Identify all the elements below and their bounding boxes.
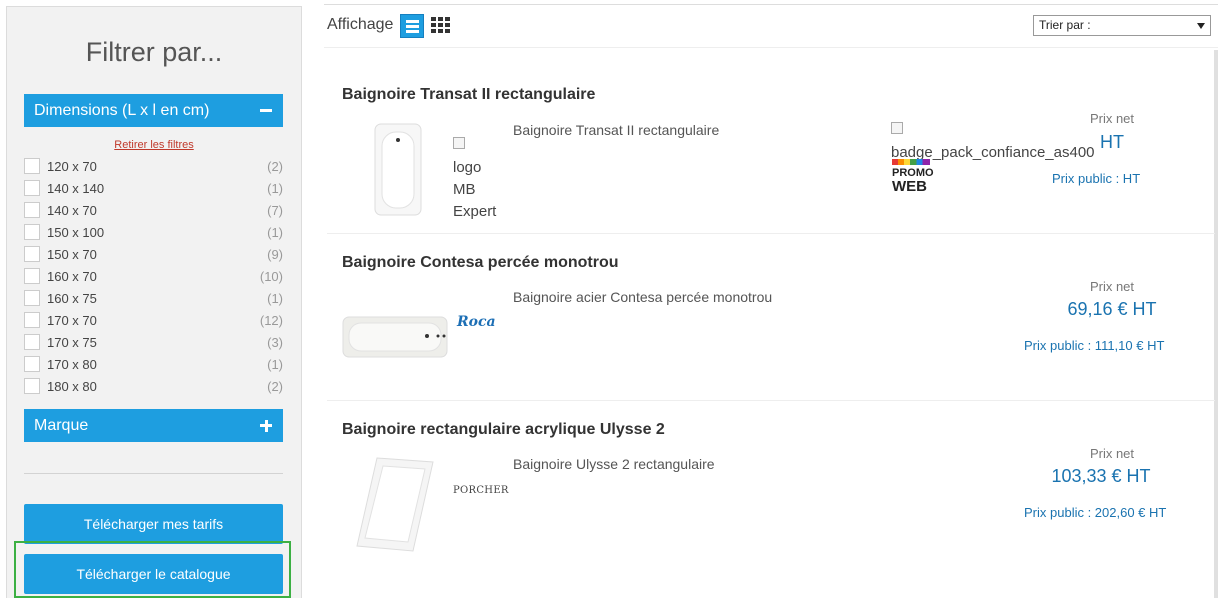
filter-label: 160 x 70: [47, 269, 97, 284]
sidebar-divider: [24, 473, 283, 474]
filter-label: 180 x 80: [47, 379, 97, 394]
product-description: Baignoire acier Contesa percée monotrou: [513, 289, 773, 305]
filter-count: (10): [259, 269, 283, 284]
chevron-down-icon: [1197, 23, 1205, 29]
porcher-logo: PORCHER: [453, 485, 509, 496]
filter-label: 140 x 140: [47, 181, 105, 196]
filter-checkbox[interactable]: [24, 224, 40, 240]
brand-logo-image: logo MB Expert: [453, 135, 496, 223]
remove-filters-link[interactable]: Retirer les filtres: [7, 139, 301, 151]
filter-item[interactable]: 160 x 75 (1): [24, 287, 283, 309]
filter-item[interactable]: 160 x 70 (10): [24, 265, 283, 287]
roca-logo: Roca: [457, 314, 496, 330]
dimensions-accordion[interactable]: Dimensions (L x l en cm): [24, 94, 283, 127]
product-image[interactable]: [355, 456, 435, 553]
product-image[interactable]: [341, 314, 449, 360]
filter-item[interactable]: 170 x 70 (12): [24, 309, 283, 331]
marque-accordion[interactable]: Marque: [24, 409, 283, 442]
filter-label: 160 x 75: [47, 291, 97, 306]
product-image[interactable]: [373, 122, 423, 217]
filter-label: 120 x 70: [47, 159, 97, 174]
product-title[interactable]: Baignoire rectangulaire acrylique Ulysse…: [342, 421, 665, 439]
list-view-icon[interactable]: [400, 14, 424, 38]
filter-count: (9): [267, 247, 283, 262]
prix-net-label: Prix net: [1089, 111, 1135, 126]
public-price: Prix public : HT: [1052, 171, 1141, 186]
filter-sidebar: Filtrer par... Dimensions (L x l en cm) …: [6, 6, 302, 598]
sidebar-title: Filtrer par...: [85, 37, 223, 67]
filter-count: (2): [267, 379, 283, 394]
filter-label: 150 x 100: [47, 225, 105, 240]
filter-item[interactable]: 140 x 70 (7): [24, 199, 283, 221]
promo-web-badge: PROMO WEB: [892, 159, 934, 199]
public-price: Prix public : 202,60 € HT: [1024, 505, 1167, 520]
filter-item[interactable]: 150 x 70 (9): [24, 243, 283, 265]
filter-count: (1): [267, 225, 283, 240]
product-description: Baignoire Transat II rectangulaire: [513, 122, 720, 138]
filter-checkbox[interactable]: [24, 246, 40, 262]
filter-count: (7): [267, 203, 283, 218]
plus-icon[interactable]: [257, 409, 275, 442]
filter-item[interactable]: 180 x 80 (2): [24, 375, 283, 397]
filter-label: 150 x 70: [47, 247, 97, 262]
filter-checkbox[interactable]: [24, 158, 40, 174]
product-row[interactable]: Baignoire Contesa percée monotrou Roca B…: [327, 234, 1215, 401]
product-row[interactable]: Baignoire Transat II rectangulaire logo …: [327, 50, 1215, 234]
net-price: HT: [1100, 132, 1124, 152]
filter-item[interactable]: 170 x 80 (1): [24, 353, 283, 375]
filter-checkbox[interactable]: [24, 290, 40, 306]
filter-count: (1): [267, 291, 283, 306]
filter-checkbox[interactable]: [24, 180, 40, 196]
filter-count: (3): [267, 335, 283, 350]
filter-checkbox[interactable]: [24, 312, 40, 328]
filter-label: 140 x 70: [47, 203, 97, 218]
net-price: 103,33 € HT: [1051, 466, 1151, 486]
public-price: Prix public : 111,10 € HT: [1024, 338, 1165, 353]
filter-label: 170 x 80: [47, 357, 97, 372]
product-title[interactable]: Baignoire Transat II rectangulaire: [342, 86, 595, 104]
product-row[interactable]: Baignoire rectangulaire acrylique Ulysse…: [327, 401, 1215, 598]
filter-label: 170 x 70: [47, 313, 97, 328]
highlight-outline: [14, 541, 291, 598]
product-title[interactable]: Baignoire Contesa percée monotrou: [342, 254, 619, 272]
dimensions-accordion-label: Dimensions (L x l en cm): [34, 102, 210, 119]
prix-net-label: Prix net: [1089, 279, 1135, 294]
minus-icon[interactable]: [257, 94, 275, 127]
filter-item[interactable]: 170 x 75 (3): [24, 331, 283, 353]
filter-checkbox[interactable]: [24, 268, 40, 284]
prix-net-label: Prix net: [1089, 446, 1135, 461]
marque-accordion-label: Marque: [34, 417, 89, 434]
affichage-label: Affichage: [327, 16, 394, 33]
net-price: 69,16 € HT: [1067, 299, 1157, 319]
sort-select[interactable]: Trier par :: [1033, 15, 1211, 36]
filter-checkbox[interactable]: [24, 356, 40, 372]
filter-checkbox[interactable]: [24, 334, 40, 350]
filter-checkbox[interactable]: [24, 378, 40, 394]
download-tarifs-button[interactable]: Télécharger mes tarifs: [24, 504, 283, 544]
filter-count: (1): [267, 181, 283, 196]
grid-view-icon[interactable]: [431, 17, 450, 33]
dimension-filter-list: 120 x 70 (2) 140 x 140 (1) 140 x 70 (7) 150…: [24, 155, 283, 397]
filter-item[interactable]: 150 x 100 (1): [24, 221, 283, 243]
filter-count: (12): [259, 313, 283, 328]
display-toolbar: Affichage Trier par :: [324, 4, 1218, 48]
sort-select-value: Trier par :: [1039, 18, 1091, 32]
filter-item[interactable]: 140 x 140 (1): [24, 177, 283, 199]
product-description: Baignoire Ulysse 2 rectangulaire: [513, 456, 715, 472]
filter-checkbox[interactable]: [24, 202, 40, 218]
filter-count: (2): [267, 159, 283, 174]
filter-count: (1): [267, 357, 283, 372]
filter-label: 170 x 75: [47, 335, 97, 350]
filter-item[interactable]: 120 x 70 (2): [24, 155, 283, 177]
